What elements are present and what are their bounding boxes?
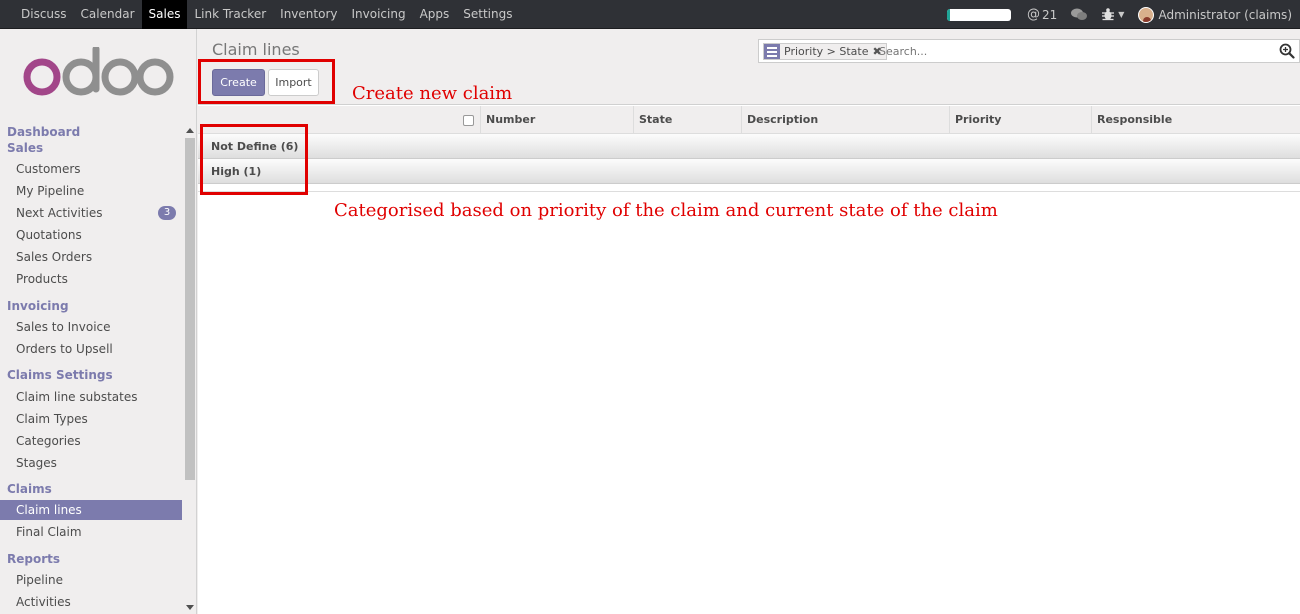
sidebar-item-claim-line-substates[interactable]: Claim line substates (0, 387, 182, 407)
user-menu[interactable]: Administrator (claims) (1138, 6, 1292, 23)
sidebar-item-customers[interactable]: Customers (0, 159, 182, 179)
list-bottom-border (198, 191, 1300, 192)
menu-inventory[interactable]: Inventory (273, 0, 344, 29)
sidebar-item-sales-orders[interactable]: Sales Orders (0, 247, 182, 267)
sidebar-item-next-activities[interactable]: Next Activities 3 (0, 203, 182, 223)
search-input[interactable] (879, 43, 1269, 59)
create-annotation-text: Create new claim (352, 83, 513, 104)
chat-bubbles-icon (1071, 8, 1088, 20)
planner-progress-bar[interactable] (947, 8, 1012, 21)
scroll-thumb[interactable] (185, 138, 195, 480)
menu-apps[interactable]: Apps (413, 0, 457, 29)
nav-section-sales: Sales (7, 141, 44, 155)
app-menu: Discuss Calendar Sales Link Tracker Inve… (14, 0, 519, 29)
scroll-up-arrow[interactable] (186, 128, 194, 133)
mentions-count: 21 (1042, 7, 1058, 22)
next-activities-badge: 3 (158, 206, 176, 220)
user-name: Administrator (claims) (1158, 7, 1292, 22)
sidebar-item-sales-to-invoice[interactable]: Sales to Invoice (0, 317, 182, 337)
column-header-priority[interactable]: Priority (949, 106, 1092, 134)
sidebar-item-final-claim[interactable]: Final Claim (0, 522, 182, 542)
sidebar-item-claim-lines[interactable]: Claim lines (0, 500, 182, 520)
sidebar-item-my-pipeline[interactable]: My Pipeline (0, 181, 182, 201)
page-title: Claim lines (212, 40, 300, 59)
sidebar-item-pipeline[interactable]: Pipeline (0, 570, 182, 590)
menu-calendar[interactable]: Calendar (74, 0, 142, 29)
list-header: Number State Description Priority Respon… (198, 106, 1300, 134)
nav-section-invoicing: Invoicing (7, 299, 69, 313)
groups-annotation-text: Categorised based on priority of the cla… (334, 200, 998, 221)
column-header-number[interactable]: Number (480, 106, 635, 134)
menu-sales[interactable]: Sales (141, 0, 188, 29)
sidebar-item-stages[interactable]: Stages (0, 453, 182, 473)
facet-label: Priority > State (784, 45, 869, 58)
at-icon: @ (1027, 7, 1041, 22)
group-row-not-define[interactable]: Not Define (6) (198, 134, 1300, 159)
select-all-checkbox[interactable] (463, 115, 474, 126)
systray: @ 21 ▼ Administrator (claims) (947, 0, 1292, 29)
debug-menu-button[interactable]: ▼ (1101, 8, 1124, 21)
odoo-logo (23, 47, 174, 96)
sidebar-item-categories[interactable]: Categories (0, 431, 182, 451)
groups-highlight-box (200, 124, 308, 195)
user-avatar (1138, 6, 1155, 23)
progress-fill (947, 8, 951, 21)
create-import-highlight-box (198, 59, 335, 104)
group-row-high[interactable]: High (1) (198, 159, 1300, 184)
menu-settings[interactable]: Settings (456, 0, 519, 29)
column-header-state[interactable]: State (633, 106, 742, 134)
sidebar-scrollbar[interactable] (184, 126, 196, 614)
caret-down-icon: ▼ (1118, 10, 1125, 19)
sidebar-item-quotations[interactable]: Quotations (0, 225, 182, 245)
menu-invoicing[interactable]: Invoicing (344, 0, 412, 29)
sidebar-item-label: Next Activities (16, 206, 103, 220)
column-header-responsible[interactable]: Responsible (1091, 106, 1300, 134)
menu-link-tracker[interactable]: Link Tracker (187, 0, 273, 29)
nav-dashboard[interactable]: Dashboard (7, 125, 80, 139)
mentions-button[interactable]: @ 21 (1027, 7, 1057, 22)
sidebar-item-orders-to-upsell[interactable]: Orders to Upsell (0, 339, 182, 359)
messages-button[interactable] (1071, 8, 1088, 21)
column-header-description[interactable]: Description (741, 106, 950, 134)
nav-section-claims: Claims (7, 482, 52, 496)
sidebar-item-activities[interactable]: Activities (0, 592, 182, 612)
sidebar-item-products[interactable]: Products (0, 269, 182, 289)
sidebar-item-claim-types[interactable]: Claim Types (0, 409, 182, 429)
top-navbar: Discuss Calendar Sales Link Tracker Inve… (0, 0, 1300, 29)
search-bar: Priority > State ✖ (758, 39, 1300, 63)
main-content: Claim lines Create Import Priority > Sta… (198, 29, 1300, 614)
scroll-down-arrow[interactable] (186, 605, 194, 610)
list-icon (764, 44, 780, 59)
nav-section-claims-settings: Claims Settings (7, 368, 113, 382)
menu-discuss[interactable]: Discuss (14, 0, 74, 29)
sidebar: Dashboard Sales Customers My Pipeline Ne… (0, 29, 197, 614)
group-by-facet: Priority > State ✖ (763, 43, 887, 60)
bug-icon (1102, 8, 1115, 21)
nav-section-reports: Reports (7, 552, 61, 566)
search-icon[interactable] (1279, 43, 1295, 59)
